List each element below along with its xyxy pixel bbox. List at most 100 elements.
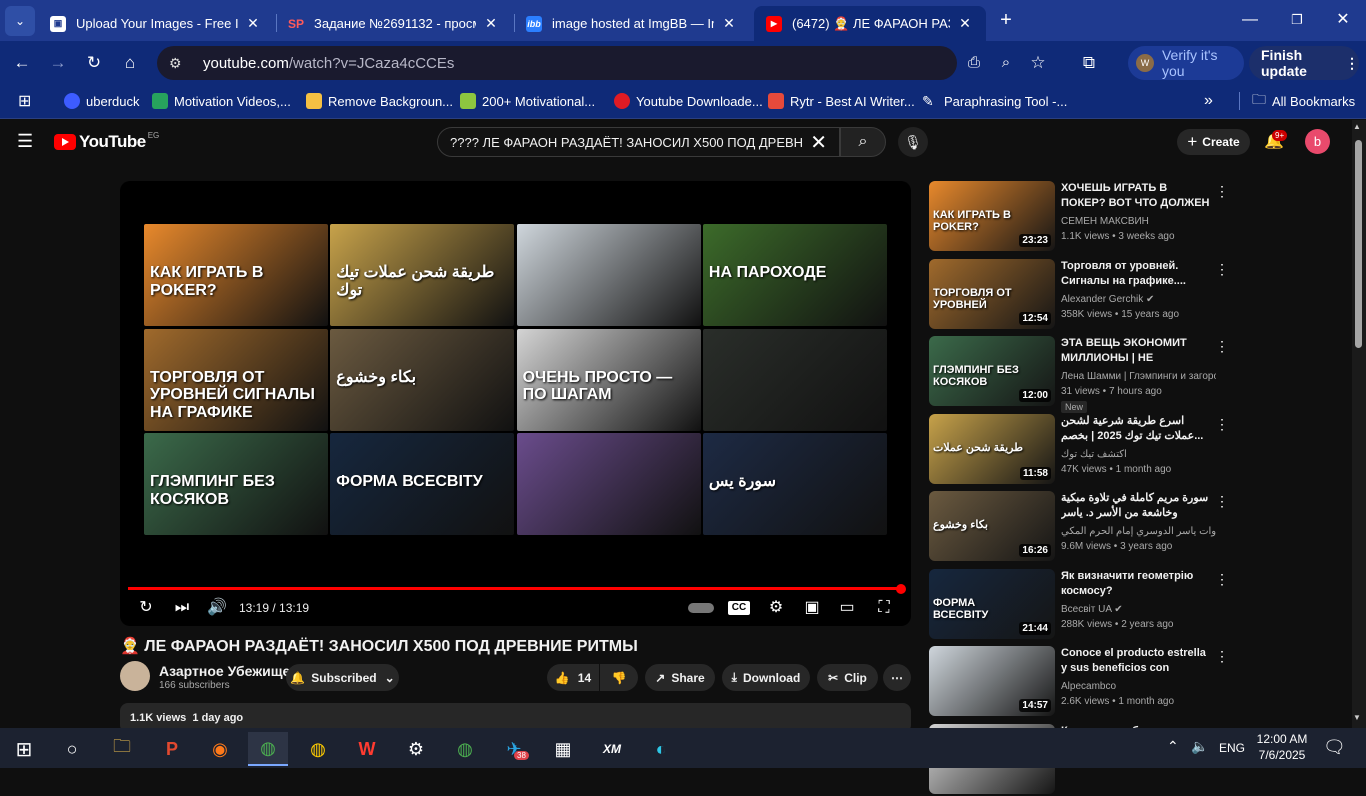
recommended-video[interactable]: ГЛЭМПИНГ БЕЗ КОСЯКОВ 12:00 ЭТА ВЕЩЬ ЭКОНОМ… [929, 336, 1229, 413]
recommended-video[interactable]: بكاء وخشوع 16:26 سورة مريم كاملة في تلاوة … [929, 491, 1229, 563]
close-icon[interactable]: ✕ [244, 15, 262, 32]
system-clock[interactable]: 12:00 AM 7/6/2025 [1252, 731, 1312, 763]
fullscreen-icon[interactable]: ⛶ [872, 597, 896, 619]
video-title[interactable]: Як визначити геометрію космосу? [1061, 569, 1211, 599]
end-screen-video-5[interactable]: ТОРГОВЛЯ ОТ УРОВНЕЙ СИГНАЛЫ НА ГРАФИКЕ [144, 328, 328, 431]
bookmark-motivational[interactable]: 200+ Motivational... [460, 90, 595, 112]
recommended-video[interactable]: ТОРГОВЛЯ ОТ УРОВНЕЙ 12:54 Торговля от уров… [929, 258, 1229, 331]
wps-presentation-icon[interactable]: P [152, 732, 192, 766]
video-thumbnail[interactable]: ТОРГОВЛЯ ОТ УРОВНЕЙ 12:54 [929, 258, 1055, 329]
dislike-button[interactable]: 👎 [600, 664, 638, 691]
end-screen-video-3[interactable] [516, 224, 701, 326]
calculator-icon[interactable]: ▦ [543, 732, 583, 766]
recommended-video[interactable]: ФОРМА ВСЕСВІТУ 21:44 Як визначити геометрі… [929, 568, 1229, 641]
tray-chevron-icon[interactable]: ⌃ [1167, 738, 1179, 755]
tab-imgbb[interactable]: ibb image hosted at ImgBB — ImgB ✕ [514, 6, 750, 41]
close-icon[interactable]: ✕ [720, 15, 738, 32]
maximize-button[interactable]: ❐ [1282, 8, 1312, 32]
volume-icon[interactable]: 🔊 [205, 597, 229, 619]
theater-mode-icon[interactable]: ▭ [835, 597, 859, 619]
end-screen-video-1[interactable]: КАК ИГРАТЬ В POKER? [144, 224, 328, 326]
end-screen-video-6[interactable]: بكاء وخشوع [330, 328, 515, 431]
account-avatar[interactable]: b [1305, 129, 1330, 154]
end-screen-video-4[interactable]: НА ПАРОХОДЕ [702, 224, 887, 326]
new-tab-button[interactable]: + [994, 8, 1018, 32]
tab-youtube-active[interactable]: ▶ (6472) 🤶 ЛЕ ФАРАОН РАЗДАЁ ✕ [754, 6, 986, 41]
recommended-video[interactable]: طريقة شحن عملات 11:58 اسرع طريقة شرعية لشح… [929, 413, 1229, 486]
chrome-icon[interactable]: ◍ [298, 732, 338, 766]
bookmark-uberduck[interactable]: uberduck [64, 90, 139, 112]
notification-center-icon[interactable]: 🗨 [1323, 737, 1346, 758]
search-circle-icon[interactable]: ○ [52, 732, 92, 766]
video-title[interactable]: سورة مريم كاملة في تلاوة مبكية وخاشعة من… [1061, 491, 1211, 521]
close-window-button[interactable]: ✕ [1328, 8, 1358, 32]
settings-icon[interactable]: ⚙ [396, 732, 436, 766]
wps-office-icon[interactable]: W [347, 732, 387, 766]
video-title[interactable]: اسرع طريقة شرعية لشحن عملات تيك توك 2025… [1061, 414, 1211, 444]
like-button[interactable]: 👍 14 [547, 664, 599, 691]
more-options-icon[interactable]: ⋮ [1215, 416, 1229, 433]
video-thumbnail[interactable]: ФОРМА ВСЕСВІТУ 21:44 [929, 568, 1055, 639]
forward-arrow-icon[interactable]: → [46, 52, 70, 74]
language-indicator[interactable]: ENG [1219, 741, 1245, 755]
all-bookmarks[interactable]: 🗀 All Bookmarks [1252, 90, 1355, 112]
create-button[interactable]: + Create [1177, 129, 1250, 155]
video-title[interactable]: Торговля от уровней. Сигналы на графике.… [1061, 259, 1211, 289]
video-thumbnail[interactable]: بكاء وخشوع 16:26 [929, 491, 1055, 561]
windows-start-icon[interactable]: ⊞ [4, 732, 44, 766]
channel-name[interactable]: Азартное Убежище [159, 663, 290, 679]
home-icon[interactable]: ⌂ [118, 52, 142, 74]
video-title[interactable]: ЭТА ВЕЩЬ ЭКОНОМИТ МИЛЛИОНЫ | НЕ СТРОЙТЕ.… [1061, 336, 1211, 366]
more-options-icon[interactable]: ⋮ [1215, 183, 1229, 200]
captions-icon[interactable]: CC [728, 601, 750, 615]
end-screen-video-7[interactable]: ОЧЕНЬ ПРОСТО — ПО ШАГАМ [516, 328, 701, 431]
finish-update-button[interactable]: Finish update ⋮ [1249, 46, 1359, 80]
end-screen-video-2[interactable]: طريقة شحن عملات تيك توك [330, 224, 515, 326]
progress-bar[interactable] [128, 587, 901, 590]
more-options-icon[interactable]: ⋮ [1215, 338, 1229, 355]
search-input[interactable]: ???? ЛЕ ФАРАОН РАЗДАЁТ! ЗАНОСИЛ Х500 ПОД… [437, 127, 840, 157]
end-screen-video-10[interactable]: ФОРМА ВСЕСВІТУ [330, 433, 515, 535]
tab-upload-images[interactable]: ▣ Upload Your Images - Free Ima ✕ [38, 6, 274, 41]
hamburger-menu-icon[interactable]: ☰ [17, 131, 33, 152]
video-thumbnail[interactable]: КАК ИГРАТЬ В POKER? 23:23 [929, 181, 1055, 251]
bookmark-star-icon[interactable]: ☆ [1026, 52, 1050, 74]
more-bookmarks-icon[interactable]: » [1204, 90, 1213, 112]
telegram-icon[interactable]: ✈ [494, 732, 534, 766]
end-screen-video-9[interactable]: ГЛЭМПИНГ БЕЗ КОСЯКОВ [144, 433, 328, 535]
search-button[interactable]: ⌕ [840, 127, 886, 157]
end-screen-video-12[interactable]: سورة يس [702, 433, 887, 535]
verify-identity-button[interactable]: W Verify it's you [1128, 46, 1244, 80]
extensions-icon[interactable]: ⧉ [1077, 52, 1101, 74]
install-app-icon[interactable]: ⎙ [962, 52, 986, 74]
miniplayer-icon[interactable]: ▣ [800, 597, 824, 619]
close-icon[interactable]: ✕ [956, 15, 974, 32]
scroll-up-icon[interactable]: ▲ [1353, 122, 1361, 131]
chrome-profile-icon[interactable]: ◍ [248, 732, 288, 766]
apps-grid-icon[interactable]: ⊞ [18, 90, 31, 112]
settings-gear-icon[interactable]: ⚙ [764, 597, 788, 619]
more-actions-icon[interactable]: ⋯ [883, 664, 911, 691]
channel-avatar[interactable] [120, 661, 150, 691]
youtube-logo[interactable]: YouTube EG [54, 131, 159, 152]
more-options-icon[interactable]: ⋮ [1215, 493, 1229, 510]
end-screen-video-11[interactable] [516, 433, 701, 535]
tab-zadanie[interactable]: SP Задание №2691132 - просмотр ✕ [276, 6, 512, 41]
share-button[interactable]: ↗ Share [645, 664, 715, 691]
zoom-icon[interactable]: ⌕ [994, 52, 1018, 74]
video-thumbnail[interactable]: ГЛЭМПИНГ БЕЗ КОСЯКОВ 12:00 [929, 336, 1055, 406]
scroll-down-icon[interactable]: ▼ [1353, 713, 1361, 722]
clear-search-icon[interactable]: ✕ [810, 130, 827, 155]
end-screen-video-8[interactable] [702, 328, 887, 431]
recommended-video[interactable]: КАК ИГРАТЬ В POKER? 23:23 ХОЧЕШЬ ИГРАТЬ В … [929, 181, 1229, 253]
edge-icon[interactable]: ◐ [641, 732, 681, 766]
subscribed-button[interactable]: 🔔 Subscribed ⌄ [286, 664, 399, 691]
reload-icon[interactable]: ↻ [82, 52, 106, 74]
file-explorer-icon[interactable]: 🗀 [102, 732, 142, 766]
bookmark-remove-background[interactable]: Remove Backgroun... [306, 90, 453, 112]
video-title[interactable]: Conoce el producto estrella y sus benefi… [1061, 646, 1211, 676]
bookmark-youtube-downloader[interactable]: Youtube Downloade... [614, 90, 763, 112]
xm-icon[interactable]: XM [592, 732, 632, 766]
more-options-icon[interactable]: ⋮ [1215, 571, 1229, 588]
bookmark-paraphrasing[interactable]: ✎ Paraphrasing Tool -... [922, 90, 1067, 112]
